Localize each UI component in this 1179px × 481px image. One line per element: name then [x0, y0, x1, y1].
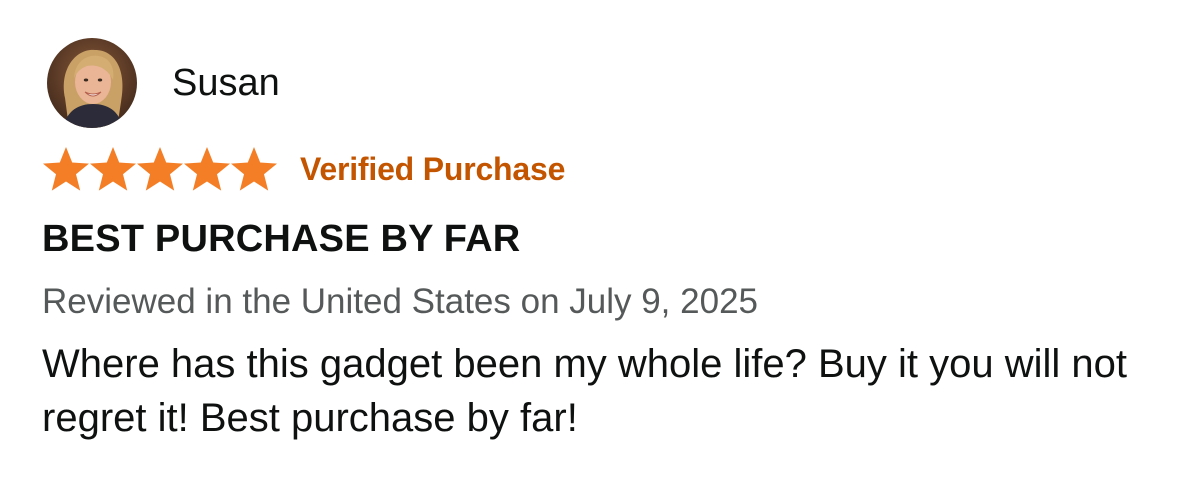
reviewer-photo-icon [47, 38, 137, 128]
star-icon [137, 147, 183, 191]
star-rating[interactable] [42, 146, 277, 192]
avatar[interactable] [47, 38, 137, 128]
review-date-location: Reviewed in the United States on July 9,… [42, 282, 758, 321]
reviewer-name[interactable]: Susan [172, 64, 280, 102]
rating-row: Verified Purchase [42, 146, 565, 192]
review-title[interactable]: BEST PURCHASE BY FAR [42, 218, 520, 261]
review-body: Where has this gadget been my whole life… [42, 342, 1128, 440]
star-icon [90, 147, 136, 191]
reviewer-profile[interactable]: Susan [47, 38, 280, 128]
verified-purchase-badge: Verified Purchase [300, 151, 566, 187]
star-icon [43, 147, 89, 191]
review-card: Susan Verified Purchase BEST PURCHASE BY… [0, 0, 1179, 481]
star-icon [231, 147, 277, 191]
star-icon [184, 147, 230, 191]
